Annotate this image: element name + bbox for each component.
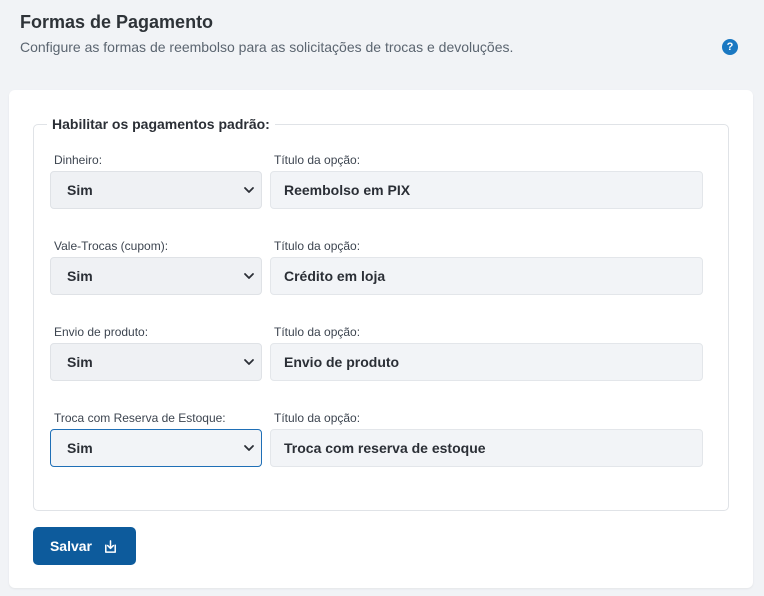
settings-card: Habilitar os pagamentos padrão: Dinheiro…: [9, 90, 753, 588]
payment-row-dinheiro: Dinheiro: Título da opção: Sim Reembolso…: [50, 153, 704, 213]
envio-produto-select[interactable]: Sim: [50, 343, 262, 381]
dinheiro-title-input[interactable]: Reembolso em PIX: [270, 171, 703, 209]
chevron-down-icon: [244, 445, 254, 451]
troca-reserva-select[interactable]: Sim: [50, 429, 262, 467]
troca-reserva-select-value: Sim: [67, 440, 93, 456]
envio-produto-label: Envio de produto:: [54, 325, 149, 339]
page-subtitle: Configure as formas de reembolso para as…: [20, 39, 514, 55]
envio-produto-title-label: Título da opção:: [274, 325, 361, 339]
dinheiro-select[interactable]: Sim: [50, 171, 262, 209]
vale-trocas-title-input[interactable]: Crédito em loja: [270, 257, 703, 295]
vale-trocas-title-label: Título da opção:: [274, 239, 361, 253]
troca-reserva-title-label: Título da opção:: [274, 411, 361, 425]
payment-row-envio-produto: Envio de produto: Título da opção: Sim E…: [50, 325, 704, 385]
dinheiro-select-value: Sim: [67, 182, 93, 198]
envio-produto-title-input[interactable]: Envio de produto: [270, 343, 703, 381]
payment-row-vale-trocas: Vale-Trocas (cupom): Título da opção: Si…: [50, 239, 704, 299]
download-tray-icon: [105, 539, 116, 553]
help-icon[interactable]: ?: [722, 39, 738, 55]
save-button-label: Salvar: [49, 538, 93, 554]
payment-row-troca-reserva: Troca com Reserva de Estoque: Título da …: [50, 411, 704, 471]
troca-reserva-title-input[interactable]: Troca com reserva de estoque: [270, 429, 703, 467]
vale-trocas-select[interactable]: Sim: [50, 257, 262, 295]
payment-methods-fieldset: Habilitar os pagamentos padrão: Dinheiro…: [33, 116, 729, 511]
chevron-down-icon: [244, 359, 254, 365]
save-button[interactable]: Salvar: [33, 527, 136, 565]
vale-trocas-label: Vale-Trocas (cupom):: [54, 239, 169, 253]
chevron-down-icon: [244, 273, 254, 279]
fieldset-legend: Habilitar os pagamentos padrão:: [47, 116, 275, 132]
page-title: Formas de Pagamento: [20, 12, 214, 32]
envio-produto-select-value: Sim: [67, 354, 93, 370]
dinheiro-label: Dinheiro:: [54, 153, 103, 167]
vale-trocas-select-value: Sim: [67, 268, 93, 284]
dinheiro-title-label: Título da opção:: [274, 153, 361, 167]
chevron-down-icon: [244, 187, 254, 193]
troca-reserva-label: Troca com Reserva de Estoque:: [54, 411, 226, 425]
